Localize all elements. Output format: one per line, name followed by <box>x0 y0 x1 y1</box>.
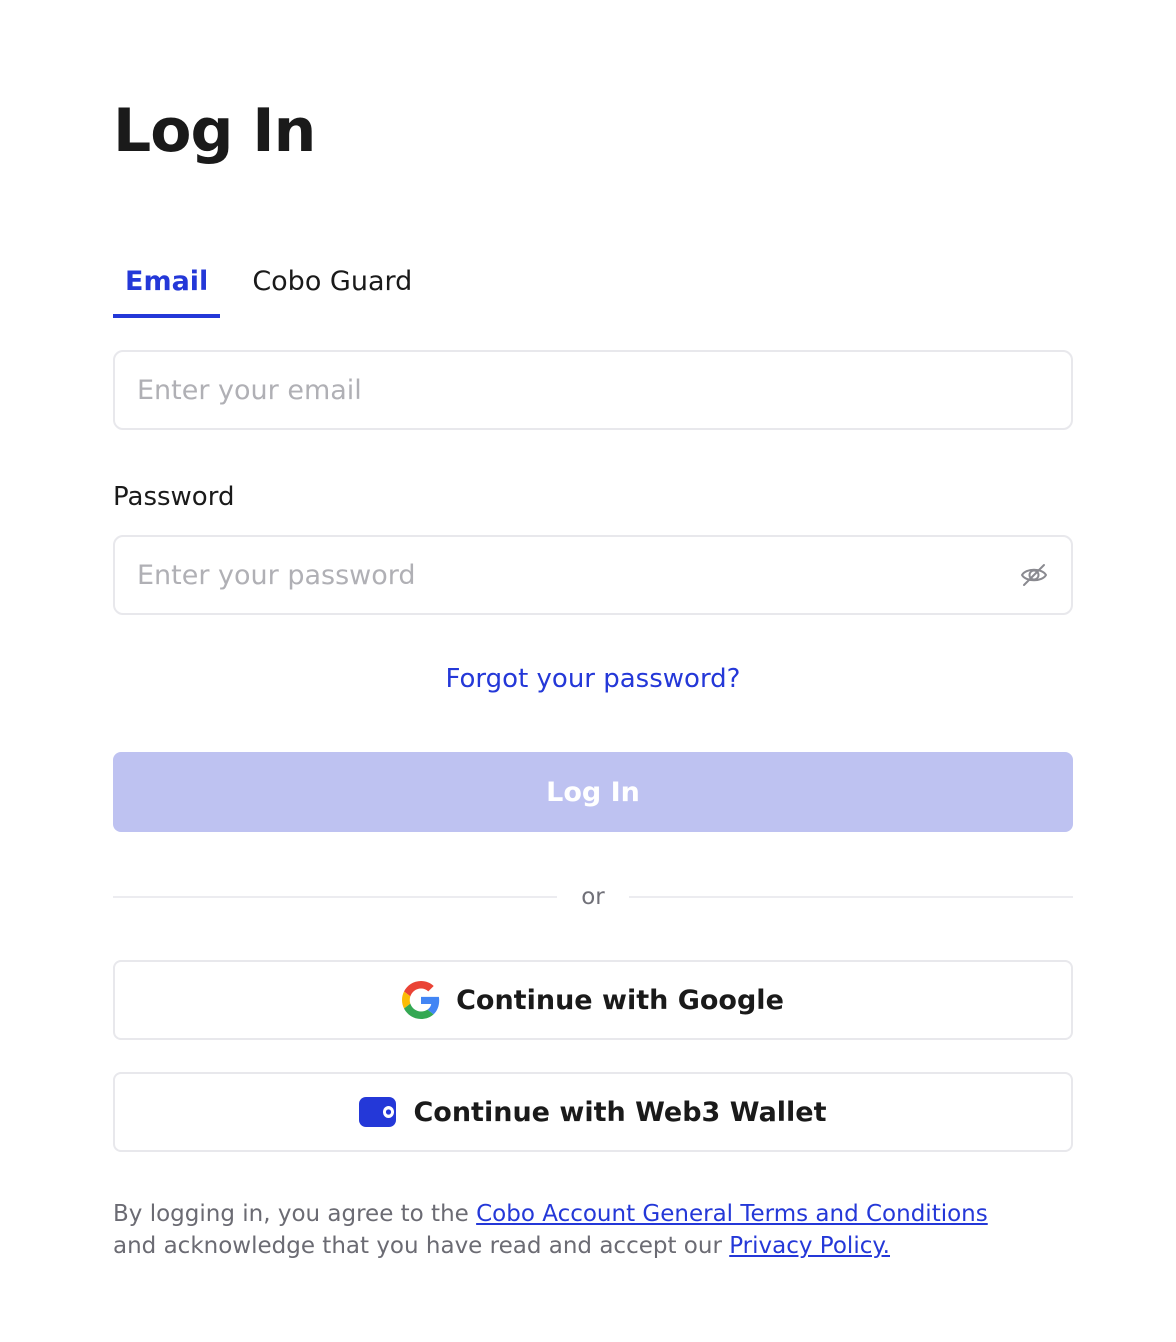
terms-prefix: By logging in, you agree to the <box>113 1201 469 1227</box>
forgot-password-link[interactable]: Forgot your password? <box>445 664 740 694</box>
divider-line-left <box>113 896 558 898</box>
email-input[interactable] <box>137 374 1049 406</box>
terms-middle: and acknowledge that you have read and a… <box>113 1233 722 1259</box>
password-field <box>113 535 1073 615</box>
divider-text: or <box>581 884 605 910</box>
privacy-policy-link[interactable]: Privacy Policy. <box>729 1233 890 1259</box>
wallet-icon <box>359 1097 397 1127</box>
terms-notice: By logging in, you agree to the Cobo Acc… <box>113 1198 1093 1262</box>
wallet-button-label: Continue with Web3 Wallet <box>413 1096 827 1128</box>
login-button[interactable]: Log In <box>113 752 1073 832</box>
eye-off-icon[interactable] <box>1019 560 1049 590</box>
email-field <box>113 350 1073 430</box>
login-page: Log In Email Cobo Guard Password Forgot … <box>0 0 1176 1342</box>
tab-cobo-guard[interactable]: Cobo Guard <box>240 262 424 318</box>
continue-with-web3-wallet-button[interactable]: Continue with Web3 Wallet <box>113 1072 1073 1152</box>
forgot-password-row: Forgot your password? <box>0 664 1176 694</box>
google-icon <box>402 981 440 1019</box>
divider-line-right <box>628 896 1073 898</box>
password-input[interactable] <box>137 559 1019 591</box>
password-label: Password <box>113 482 235 512</box>
terms-link[interactable]: Cobo Account General Terms and Condition… <box>476 1201 988 1227</box>
login-method-tabs: Email Cobo Guard <box>113 262 424 318</box>
google-button-label: Continue with Google <box>456 984 784 1016</box>
or-divider: or <box>113 880 1073 914</box>
page-title: Log In <box>113 96 316 166</box>
tab-email[interactable]: Email <box>113 262 221 318</box>
continue-with-google-button[interactable]: Continue with Google <box>113 960 1073 1040</box>
